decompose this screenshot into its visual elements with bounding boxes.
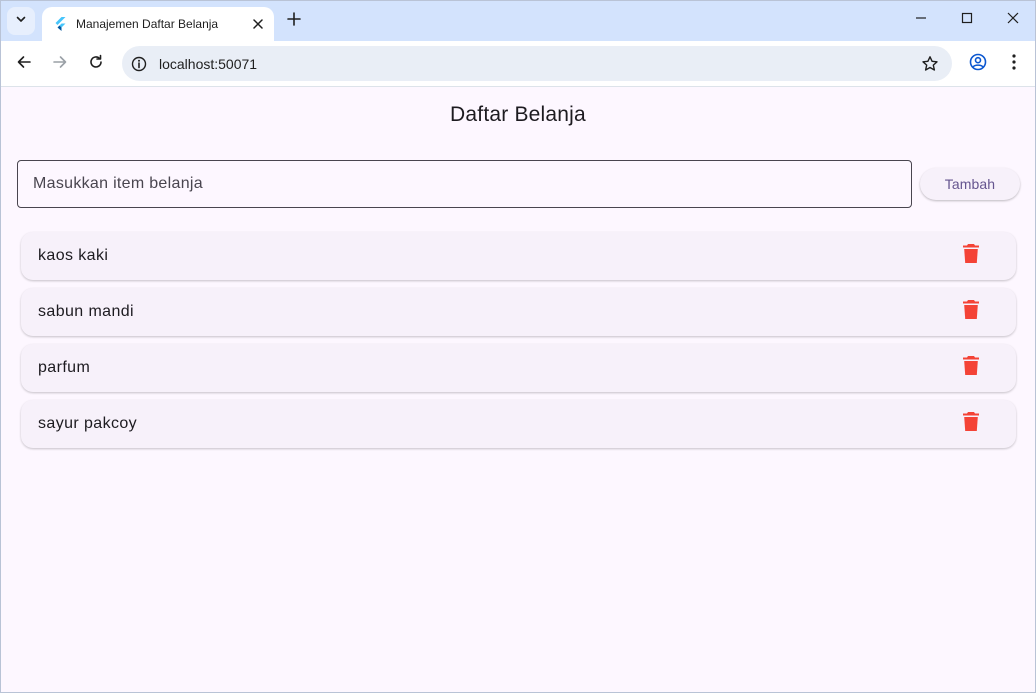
browser-window: Manajemen Daftar Belanja localhost:50071… bbox=[0, 0, 1036, 693]
menu-button[interactable] bbox=[1000, 50, 1028, 78]
forward-button[interactable] bbox=[46, 50, 74, 78]
flutter-icon bbox=[54, 17, 68, 31]
delete-button[interactable] bbox=[951, 236, 991, 276]
trash-icon bbox=[963, 356, 979, 380]
profile-icon bbox=[969, 53, 987, 76]
close-icon[interactable] bbox=[248, 14, 268, 34]
maximize-button[interactable] bbox=[945, 5, 989, 35]
trash-icon bbox=[963, 300, 979, 324]
list-item: kaos kaki bbox=[21, 232, 1016, 280]
shopping-list: kaos kaki sabun mandi parfum sayur pakco… bbox=[21, 232, 1017, 456]
back-button[interactable] bbox=[10, 50, 38, 78]
minimize-button[interactable] bbox=[899, 5, 943, 35]
page-title: Daftar Belanja bbox=[450, 103, 586, 126]
close-icon bbox=[1007, 11, 1019, 29]
trash-icon bbox=[963, 412, 979, 436]
plus-icon bbox=[287, 11, 301, 31]
add-button[interactable]: Tambah bbox=[920, 168, 1020, 200]
list-item: sabun mandi bbox=[21, 288, 1016, 336]
browser-tab[interactable]: Manajemen Daftar Belanja bbox=[42, 7, 274, 41]
app-content: Daftar Belanja Tambah kaos kaki sabun ma… bbox=[1, 88, 1035, 692]
profile-button[interactable] bbox=[964, 50, 992, 78]
delete-button[interactable] bbox=[951, 404, 991, 444]
maximize-icon bbox=[961, 11, 973, 29]
url-text[interactable]: localhost:50071 bbox=[159, 56, 916, 72]
reload-button[interactable] bbox=[82, 50, 110, 78]
item-label: sayur pakcoy bbox=[38, 415, 138, 432]
reload-icon bbox=[88, 54, 104, 75]
window-close-button[interactable] bbox=[991, 5, 1035, 35]
item-label: kaos kaki bbox=[38, 247, 109, 264]
tab-search-button[interactable] bbox=[7, 7, 35, 35]
list-item: parfum bbox=[21, 344, 1016, 392]
tab-title: Manajemen Daftar Belanja bbox=[76, 17, 219, 31]
item-input[interactable] bbox=[17, 160, 912, 208]
minimize-icon bbox=[915, 11, 927, 29]
new-tab-button[interactable] bbox=[283, 10, 305, 32]
delete-button[interactable] bbox=[951, 348, 991, 388]
address-bar[interactable]: localhost:50071 bbox=[122, 46, 952, 81]
browser-toolbar: localhost:50071 bbox=[1, 41, 1035, 87]
item-label: parfum bbox=[38, 359, 91, 376]
chevron-down-icon bbox=[15, 12, 27, 30]
star-icon[interactable] bbox=[916, 50, 944, 78]
more-vert-icon bbox=[1012, 53, 1016, 75]
arrow-right-icon bbox=[52, 54, 68, 75]
site-info-icon[interactable] bbox=[127, 52, 151, 76]
delete-button[interactable] bbox=[951, 292, 991, 332]
tab-strip: Manajemen Daftar Belanja bbox=[1, 1, 1035, 41]
item-label: sabun mandi bbox=[38, 303, 135, 320]
arrow-left-icon bbox=[16, 54, 32, 75]
list-item: sayur pakcoy bbox=[21, 400, 1016, 448]
trash-icon bbox=[963, 244, 979, 268]
